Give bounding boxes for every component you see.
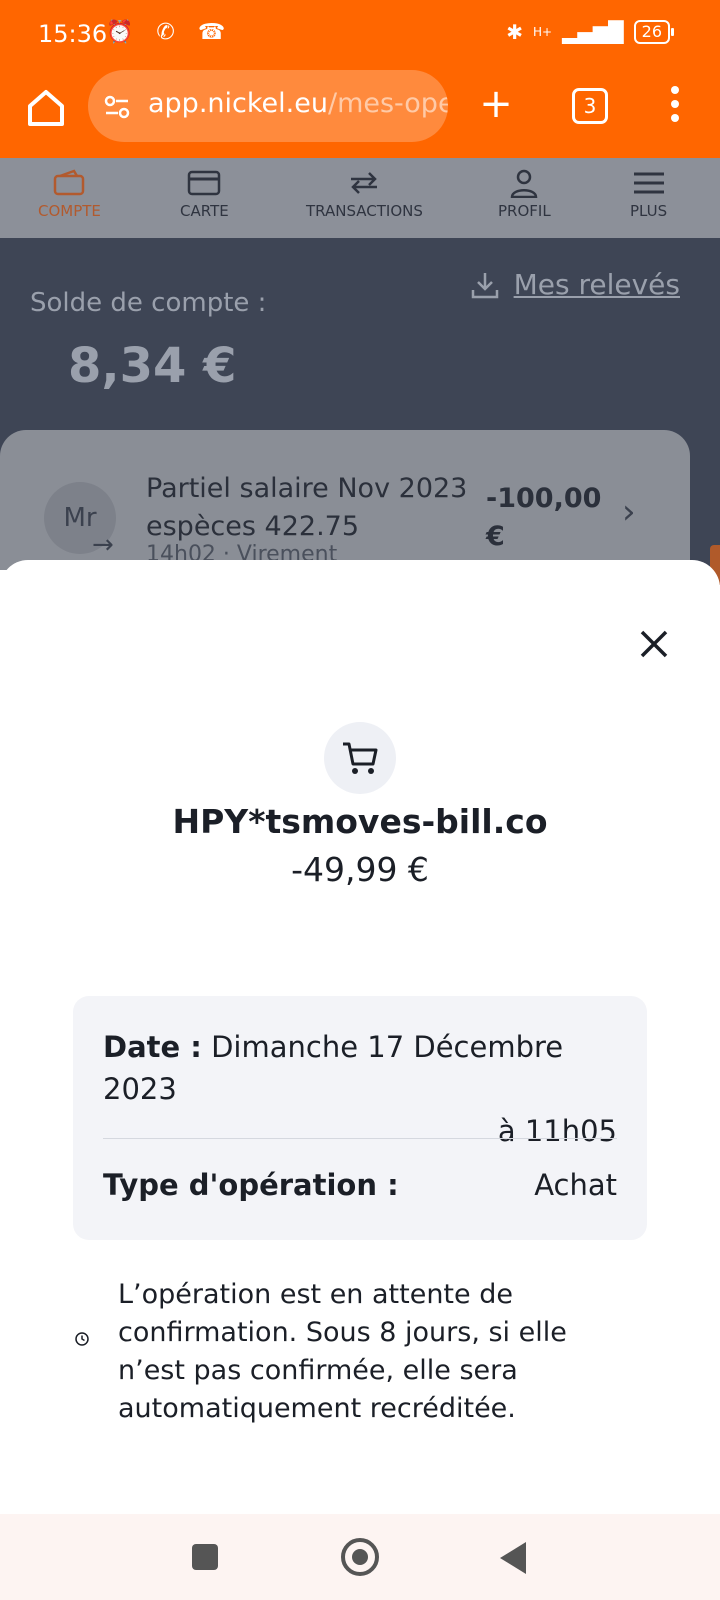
type-label: Type d'opération : [103,1168,399,1202]
home-icon[interactable] [24,86,68,130]
nav-plus[interactable]: PLUS [630,168,667,220]
url-host: app.nickel.eu [148,88,328,119]
recents-button[interactable] [192,1544,218,1570]
nav-label: TRANSACTIONS [306,202,423,220]
transaction-title: Partiel salaire Nov 2023 espèces 422.75 [146,470,467,546]
transaction-title-line1: Partiel salaire Nov 2023 [146,473,468,504]
transaction-amount-line1: -100,00 [486,483,602,514]
nav-compte[interactable]: COMPTE [38,168,101,220]
signal-icon: ▂▄▆█ [562,20,624,44]
status-notification-icons: ⏰ ✆ ☎ [106,20,234,45]
battery-icon: 26 [633,20,675,44]
site-settings-icon[interactable] [102,92,132,122]
merchant-name: HPY*tsmoves-bill.co [172,802,548,841]
new-tab-button[interactable]: + [478,84,514,124]
home-button[interactable] [341,1538,379,1576]
releves-link[interactable]: Mes relevés [470,268,680,301]
divider [103,1138,617,1139]
menu-icon [633,172,664,194]
back-button[interactable] [500,1542,526,1574]
bluetooth-icon: ✱ [506,20,524,44]
transaction-title-line2: espèces 422.75 [146,511,360,542]
network-type: H+ [533,25,553,39]
pending-notice: L’opération est en attente de confirmati… [118,1279,567,1424]
nav-label: COMPTE [38,202,101,220]
status-bar: 15:36 ⏰ ✆ ☎ ✱ H+ ▂▄▆█ 26 [0,0,720,70]
date-value-line2: à 11h05 [497,1114,617,1148]
type-value: Achat [534,1168,617,1202]
transaction-amount-line2: € [486,521,505,552]
nav-profil[interactable]: PROFIL [498,168,551,220]
nav-transactions[interactable]: TRANSACTIONS [306,168,423,220]
url-bar[interactable]: app.nickel.eu/mes-ope [88,70,448,142]
transaction-card[interactable]: Mr → Partiel salaire Nov 2023 espèces 42… [0,430,690,570]
more-vert-icon[interactable] [668,86,682,126]
nav-label: PLUS [630,202,668,220]
transaction-info-box: Date : Dimanche 17 Décembre 2023 à 11h05… [73,996,647,1240]
clock-icon [75,1332,89,1346]
solde-value: 8,34 € [68,338,237,394]
arrow-right-icon: → [92,530,114,560]
status-system-icons: ✱ H+ ▂▄▆█ 26 [506,20,675,44]
nav-carte[interactable]: CARTE [180,168,229,220]
nav-label: CARTE [180,202,229,220]
solde-label: Solde de compte : [30,288,267,318]
transaction-amount-detail: -49,99 € [291,850,429,889]
download-icon [471,272,498,298]
wallet-icon [54,169,85,196]
url-path: /mes-ope [327,88,448,119]
date-row: Date : Dimanche 17 Décembre 2023 à 11h05 [103,1026,617,1152]
chevron-right-icon: › [622,492,636,532]
system-nav-bar [0,1514,720,1600]
nav-label: PROFIL [498,202,551,220]
close-icon[interactable] [636,626,672,662]
releves-label: Mes relevés [513,268,680,301]
tabs-button[interactable]: 3 [572,88,608,124]
card-icon [188,170,221,196]
status-time: 15:36 [38,20,108,48]
app-nav: COMPTE CARTE TRANSACTIONS PROFIL PLUS [0,158,720,239]
url-text: app.nickel.eu/mes-ope [148,88,448,119]
transaction-amount: -100,00 € [486,480,601,556]
date-label: Date : [103,1030,202,1064]
transfer-icon [351,172,378,194]
cart-icon [343,742,378,774]
person-icon [511,169,538,198]
merchant-category-badge [324,722,396,794]
browser-toolbar: app.nickel.eu/mes-ope + 3 [0,70,720,158]
